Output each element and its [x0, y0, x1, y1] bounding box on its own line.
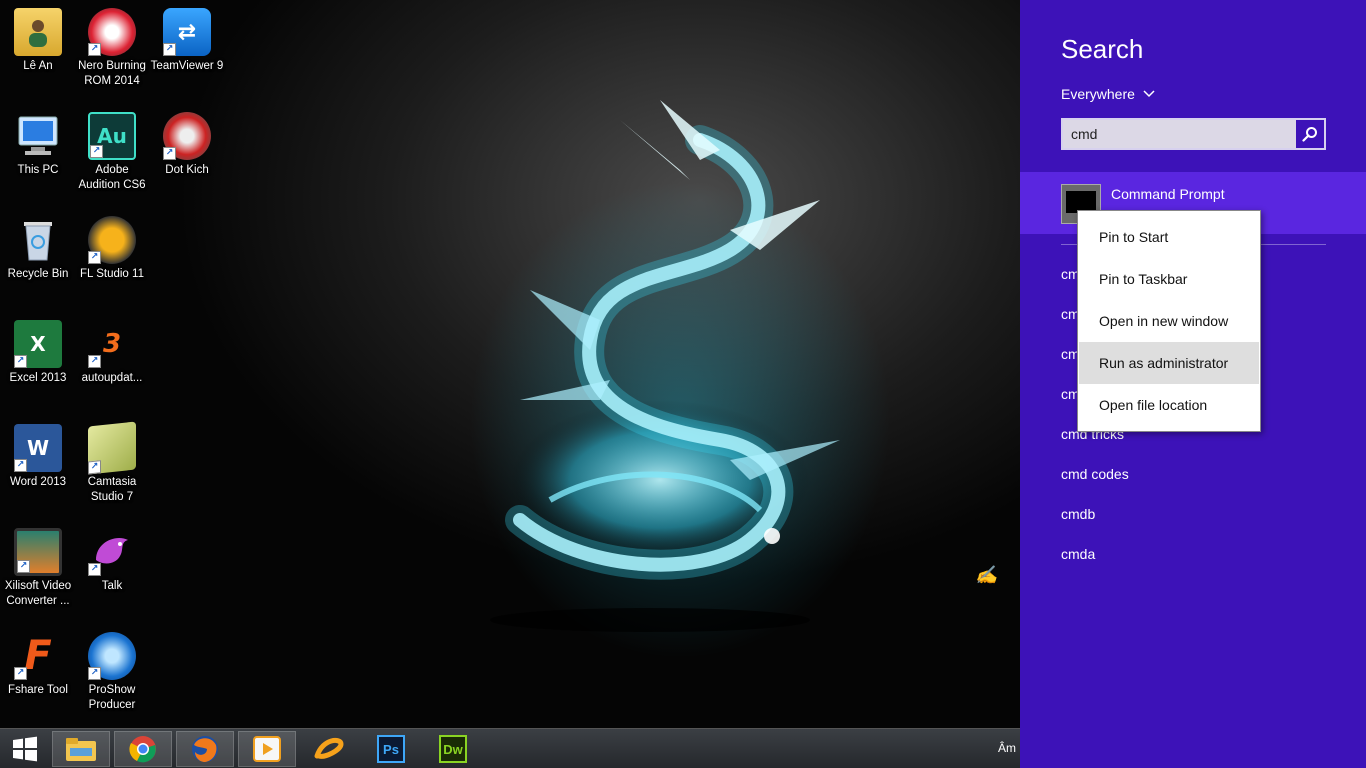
shortcut-arrow-icon: ↗ [163, 147, 176, 160]
shortcut-arrow-icon: ↗ [14, 667, 27, 680]
photoshop-icon: Ps [377, 735, 405, 763]
taskbar-file-explorer[interactable] [52, 731, 110, 767]
search-pane-title: Search [1061, 34, 1144, 64]
taskbar-photoshop[interactable]: Ps [362, 731, 420, 767]
chrome-icon [129, 736, 156, 763]
chevron-down-icon [1143, 90, 1155, 98]
suggestion-item[interactable]: cmd codes [1061, 466, 1129, 482]
menu-item-open-in-new-window[interactable]: Open in new window [1079, 300, 1259, 342]
desktop-icon-autoupdate[interactable]: 3 ↗ autoupdat... [74, 320, 150, 386]
shortcut-arrow-icon: ↗ [163, 43, 176, 56]
camtasia-icon: ↗ [88, 421, 136, 475]
taskbar-media-player[interactable] [238, 731, 296, 767]
shortcut-arrow-icon: ↗ [88, 43, 101, 56]
xilisoft-icon: ↗ [14, 528, 62, 576]
user-folder-icon [14, 8, 62, 56]
taskbar-dreamweaver[interactable]: Dw [424, 731, 482, 767]
shortcut-arrow-icon: ↗ [88, 251, 101, 264]
shortcut-arrow-icon: ↗ [88, 355, 101, 368]
taskbar: Ps Dw Âm [0, 728, 1020, 768]
dotkich-icon: ↗ [163, 112, 211, 160]
fl-studio-icon: ↗ [88, 216, 136, 264]
desktop-icon-nero[interactable]: ↗ Nero Burning ROM 2014 [74, 8, 150, 89]
menu-item-pin-to-start[interactable]: Pin to Start [1079, 216, 1259, 258]
desktop-icon-this-pc[interactable]: This PC [0, 112, 76, 178]
fshare-icon: F ↗ [14, 632, 62, 680]
search-result-label: Command Prompt [1111, 186, 1225, 202]
wallpaper-signature: ✍ [975, 565, 998, 586]
autoupdate-icon: 3 ↗ [88, 320, 136, 368]
desktop-icon-dot-kich[interactable]: ↗ Dot Kich [149, 112, 225, 178]
search-box [1061, 118, 1326, 150]
desktop-icon-talk[interactable]: ↗ Talk [74, 528, 150, 594]
search-scope-dropdown[interactable]: Everywhere [1061, 86, 1155, 102]
shortcut-arrow-icon: ↗ [14, 355, 27, 368]
context-menu: Pin to Start Pin to Taskbar Open in new … [1077, 210, 1261, 432]
desktop-icon-xilisoft[interactable]: ↗ Xilisoft Video Converter ... [0, 528, 76, 609]
desktop-icon-proshow[interactable]: ↗ ProShow Producer [74, 632, 150, 713]
search-button[interactable] [1296, 120, 1324, 148]
shortcut-arrow-icon: ↗ [14, 459, 27, 472]
shortcut-arrow-icon: ↗ [17, 560, 30, 573]
menu-item-run-as-administrator[interactable]: Run as administrator [1079, 342, 1259, 384]
suggestion-item[interactable]: cmda [1061, 546, 1095, 562]
computer-icon [14, 112, 62, 160]
nero-icon: ↗ [88, 8, 136, 56]
search-scope-label: Everywhere [1061, 86, 1135, 102]
taskbar-firefox[interactable] [176, 731, 234, 767]
search-input[interactable] [1063, 120, 1297, 148]
shortcut-arrow-icon: ↗ [88, 563, 101, 576]
excel-icon: X ↗ [14, 320, 62, 368]
search-icon [1302, 127, 1317, 142]
shortcut-arrow-icon: ↗ [88, 667, 101, 680]
desktop-icon-teamviewer[interactable]: ⇄ ↗ TeamViewer 9 [149, 8, 225, 74]
recycle-bin-icon [14, 216, 62, 264]
ie-like-swirl-icon [314, 737, 344, 759]
menu-item-open-file-location[interactable]: Open file location [1079, 384, 1259, 426]
desktop-icon-word[interactable]: W ↗ Word 2013 [0, 424, 76, 490]
dreamweaver-icon: Dw [439, 735, 467, 763]
word-icon: W ↗ [14, 424, 62, 472]
desktop-icon-excel[interactable]: X ↗ Excel 2013 [0, 320, 76, 386]
desktop[interactable]: ✍ Lê An This PC Recycle Bin X ↗ Excel 20… [0, 0, 1020, 728]
desktop-icon-fshare[interactable]: F ↗ Fshare Tool [0, 632, 76, 698]
dragon-wallpaper-art [490, 100, 840, 632]
tray-language-indicator[interactable]: Âm [998, 741, 1016, 755]
audition-icon: Au ↗ [88, 112, 136, 160]
desktop-icon-fl-studio[interactable]: ↗ FL Studio 11 [74, 216, 150, 282]
desktop-icon-adobe-audition[interactable]: Au ↗ Adobe Audition CS6 [74, 112, 150, 193]
shortcut-arrow-icon: ↗ [88, 460, 101, 475]
firefox-icon [192, 736, 218, 762]
desktop-icon-user-folder[interactable]: Lê An [0, 8, 76, 74]
menu-item-pin-to-taskbar[interactable]: Pin to Taskbar [1079, 258, 1259, 300]
media-player-icon [253, 736, 281, 762]
start-button[interactable] [0, 731, 50, 767]
file-explorer-icon [66, 738, 96, 761]
proshow-icon: ↗ [88, 632, 136, 680]
talk-dolphin-icon: ↗ [88, 528, 136, 576]
shortcut-arrow-icon: ↗ [90, 145, 103, 158]
desktop-icon-recycle-bin[interactable]: Recycle Bin [0, 216, 76, 282]
desktop-icon-camtasia[interactable]: ↗ Camtasia Studio 7 [74, 421, 150, 505]
taskbar-swirl-app[interactable] [300, 731, 358, 767]
start-windows-icon [13, 736, 37, 762]
suggestion-item[interactable]: cmdb [1061, 506, 1095, 522]
taskbar-chrome[interactable] [114, 731, 172, 767]
teamviewer-icon: ⇄ ↗ [163, 8, 211, 56]
